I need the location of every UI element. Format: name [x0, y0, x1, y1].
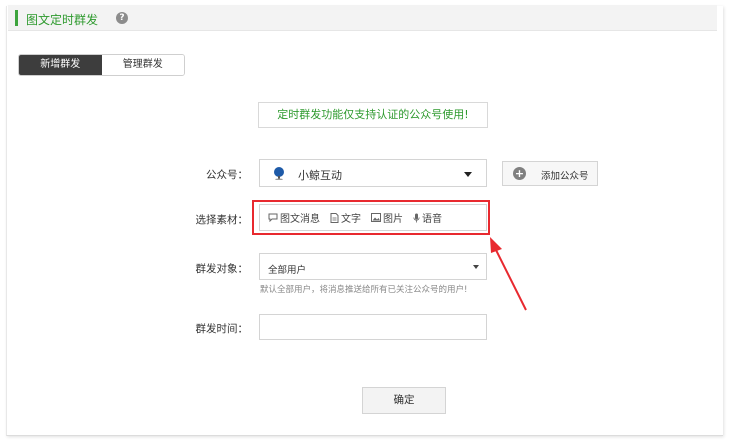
account-select[interactable]: 小鲸互动: [259, 159, 487, 187]
annotation-highlight-box: [252, 200, 490, 235]
time-label: 群发时间：: [195, 323, 249, 335]
page-title: 图文定时群发: [26, 13, 99, 27]
tab-new-broadcast[interactable]: 新增群发: [19, 55, 102, 75]
chevron-down-icon: [464, 172, 472, 177]
caret-down-icon: [473, 265, 479, 269]
account-label: 公众号：: [206, 169, 248, 181]
target-select[interactable]: 全部用户: [259, 253, 487, 280]
material-label: 选择素材：: [195, 214, 249, 226]
plus-circle-icon: +: [513, 167, 526, 180]
target-label: 群发对象：: [195, 263, 249, 275]
target-value: 全部用户: [268, 265, 307, 276]
notice-banner: 定时群发功能仅支持认证的公众号使用!: [258, 102, 488, 128]
account-value: 小鲸互动: [298, 169, 342, 182]
help-icon[interactable]: ?: [116, 12, 128, 24]
title-bar: 图文定时群发 ?: [8, 5, 717, 31]
send-time-input[interactable]: [259, 314, 487, 340]
tab-manage-broadcast[interactable]: 管理群发: [101, 55, 184, 75]
account-avatar-icon: [274, 167, 284, 180]
title-accent-bar: [15, 10, 18, 26]
confirm-button[interactable]: 确定: [362, 387, 446, 414]
tab-group: 新增群发 管理群发: [18, 54, 185, 76]
target-hint: 默认全部用户，将消息推送给所有已关注公众号的用户!: [260, 285, 468, 295]
add-account-button[interactable]: + 添加公众号: [502, 161, 598, 186]
add-account-label: 添加公众号: [541, 171, 589, 182]
annotation-arrow-icon: [490, 237, 527, 311]
